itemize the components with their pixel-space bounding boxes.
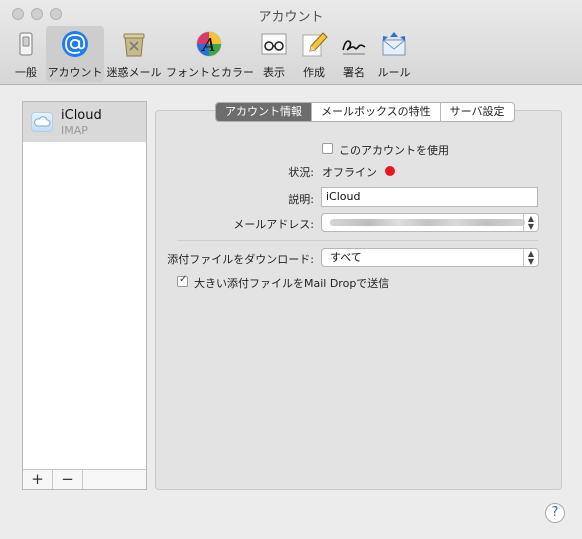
status-label: 状況: (288, 166, 314, 179)
checkmark-icon: ✓ (179, 274, 188, 285)
account-list-controls: + − (23, 469, 146, 489)
title-bar: アカウント 一般 アカウント 迷惑メール A フォントとカラー 表示 作成 署名… (0, 0, 582, 85)
toolbar-junk-label: 迷惑メール (106, 66, 162, 79)
toolbar-fonts-colors-label: フォントとカラー (166, 66, 254, 79)
window-title: アカウント (258, 10, 324, 25)
tab-account-info[interactable]: アカウント情報 (216, 103, 312, 121)
maildrop-label: 大きい添付ファイルをMail Dropで送信 (194, 277, 390, 290)
email-address-label: メールアドレス: (233, 218, 314, 231)
tab-server-settings[interactable]: サーバ設定 (441, 103, 514, 121)
download-attachments-label: 添付ファイルをダウンロード: (167, 253, 314, 266)
popup-arrows-icon: ▲ ▼ (523, 214, 538, 231)
account-name: iCloud (61, 108, 102, 123)
rules-envelope-icon (382, 32, 406, 56)
account-type: IMAP (61, 124, 88, 137)
preferences-window: アカウント 一般 アカウント 迷惑メール A フォントとカラー 表示 作成 署名… (0, 0, 582, 539)
signature-icon (342, 40, 366, 55)
status-value: オフライン (322, 166, 377, 179)
download-attachments-value: すべて (330, 251, 362, 264)
composing-pencil-icon (302, 32, 328, 57)
description-field[interactable]: iCloud (321, 187, 538, 207)
toolbar-accounts-label: アカウント (47, 66, 103, 79)
toolbar-signatures-button[interactable]: 署名 (336, 26, 372, 82)
svg-text:A: A (201, 35, 216, 56)
status-offline-dot (385, 166, 395, 176)
email-address-popup[interactable]: ▲ ▼ (321, 213, 539, 232)
email-address-redacted (330, 219, 525, 226)
account-list: iCloud IMAP + − (22, 101, 147, 490)
toolbar-rules-button[interactable]: ルール (374, 26, 414, 82)
fonts-colors-icon: A (196, 31, 222, 57)
toolbar-accounts-button[interactable]: アカウント (46, 26, 104, 82)
at-sign-icon (62, 31, 88, 57)
viewing-glasses-icon (261, 33, 287, 55)
maildrop-checkbox[interactable]: ✓ (177, 274, 188, 287)
toolbar-signatures-label: 署名 (343, 66, 365, 79)
remove-account-button[interactable]: − (53, 470, 83, 489)
description-label: 説明: (288, 193, 314, 206)
toolbar-general-label: 一般 (15, 66, 37, 79)
toolbar-rules-label: ルール (377, 66, 411, 79)
help-button[interactable]: ? (545, 503, 565, 523)
enable-account-checkbox[interactable] (322, 143, 333, 154)
toolbar-composing-label: 作成 (303, 66, 325, 79)
account-list-item-icloud[interactable]: iCloud IMAP (23, 102, 146, 142)
download-attachments-popup[interactable]: すべて ▲ ▼ (321, 248, 539, 267)
section-divider (177, 240, 538, 241)
toolbar-general-button[interactable]: 一般 (8, 26, 44, 82)
toolbar-junk-button[interactable]: 迷惑メール (106, 26, 162, 82)
icloud-icon (31, 112, 53, 132)
tab-mailbox-behaviors[interactable]: メールボックスの特性 (312, 103, 441, 121)
general-switch-icon (19, 32, 33, 56)
toolbar-composing-button[interactable]: 作成 (296, 26, 332, 82)
enable-account-label: このアカウントを使用 (339, 144, 449, 157)
toolbar-fonts-colors-button[interactable]: A フォントとカラー (166, 26, 254, 82)
account-tabs: アカウント情報 メールボックスの特性 サーバ設定 (215, 102, 515, 122)
toolbar-viewing-label: 表示 (263, 66, 285, 79)
popup-arrows-icon: ▲ ▼ (523, 249, 538, 266)
toolbar-viewing-button[interactable]: 表示 (256, 26, 292, 82)
junk-trash-icon (123, 33, 145, 57)
add-account-button[interactable]: + (23, 470, 53, 489)
